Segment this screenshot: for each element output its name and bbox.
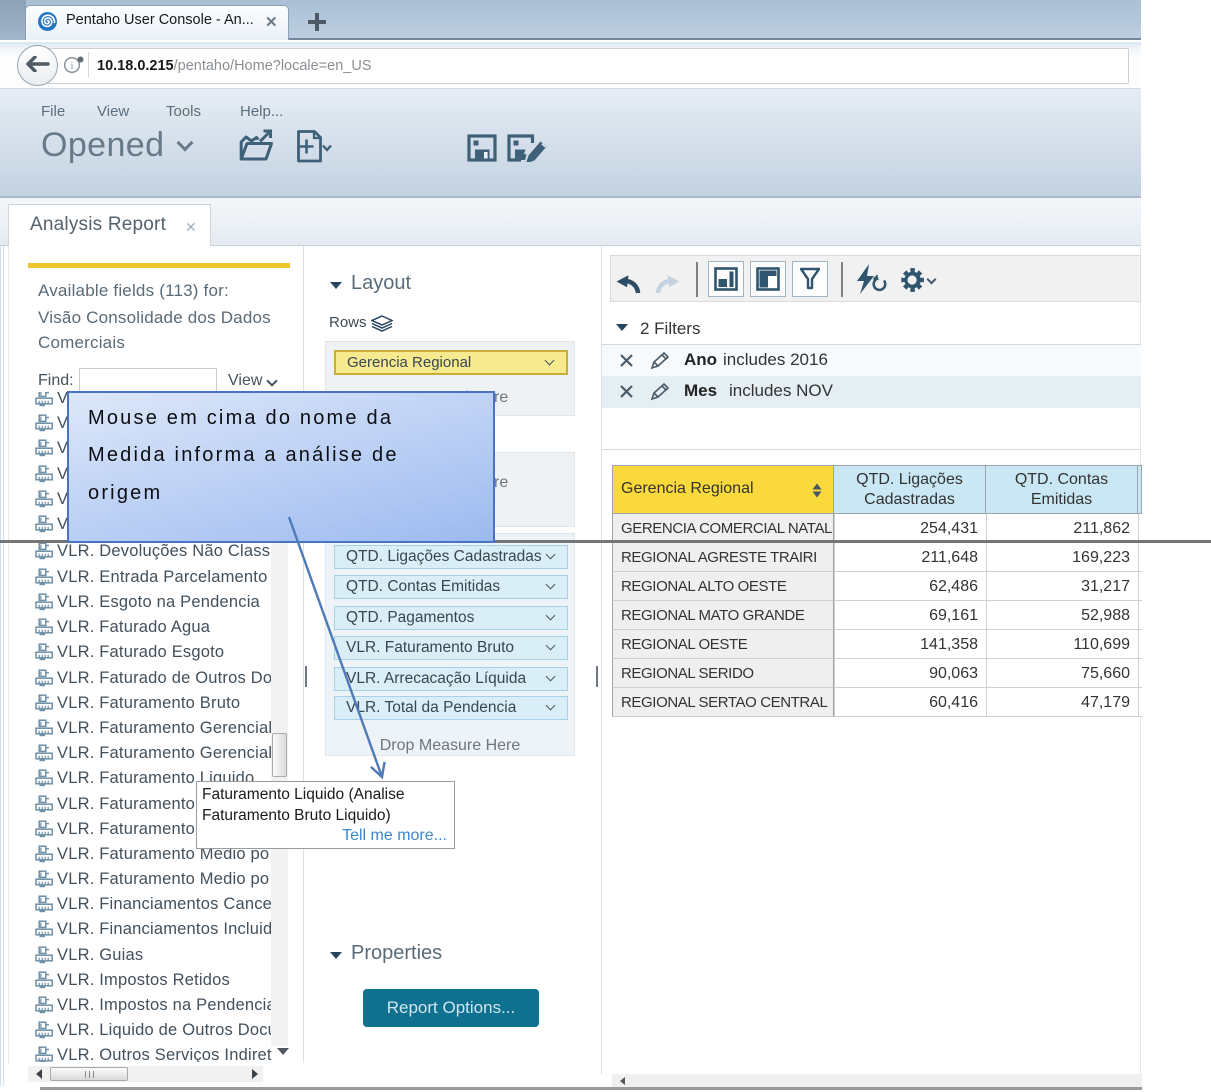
svg-text:i: i xyxy=(70,60,73,72)
